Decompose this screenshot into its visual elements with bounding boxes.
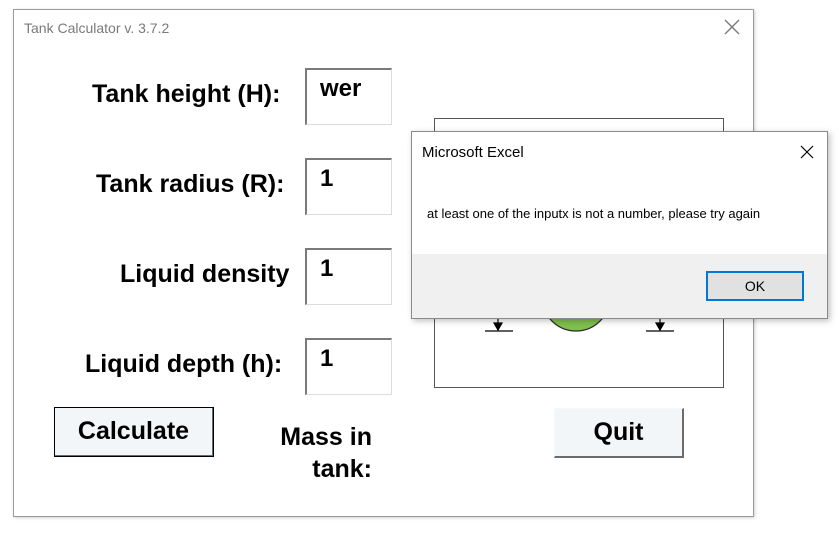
liquid-depth-input[interactable]: 1 [305, 338, 392, 395]
dimension-marker-right [646, 317, 674, 332]
mass-label-line2: tank: [312, 455, 372, 483]
window-close-icon[interactable] [723, 18, 741, 36]
liquid-density-input[interactable]: 1 [305, 248, 392, 305]
window-title: Tank Calculator v. 3.7.2 [24, 20, 170, 36]
tank-radius-input[interactable]: 1 [305, 158, 392, 215]
dimension-marker-left [485, 317, 513, 332]
dialog-message: at least one of the inputx is not a numb… [427, 206, 761, 221]
tank-height-label: Tank height (H): [92, 80, 281, 108]
excel-message-dialog: Microsoft Excel at least one of the inpu… [411, 131, 828, 319]
dialog-title: Microsoft Excel [422, 144, 524, 161]
tank-radius-label: Tank radius (R): [96, 170, 285, 198]
dialog-close-icon[interactable] [799, 144, 815, 160]
tank-height-input[interactable]: wer [305, 68, 392, 125]
liquid-depth-label: Liquid depth (h): [85, 350, 283, 378]
ok-button[interactable]: OK [706, 271, 804, 301]
liquid-density-label: Liquid density [120, 260, 290, 288]
calculate-button[interactable]: Calculate [54, 407, 214, 457]
quit-button[interactable]: Quit [554, 408, 684, 458]
dialog-button-bar: OK [412, 254, 827, 318]
mass-label-line1: Mass in [280, 423, 372, 451]
mass-in-tank-label: Mass in tank: [262, 421, 372, 485]
